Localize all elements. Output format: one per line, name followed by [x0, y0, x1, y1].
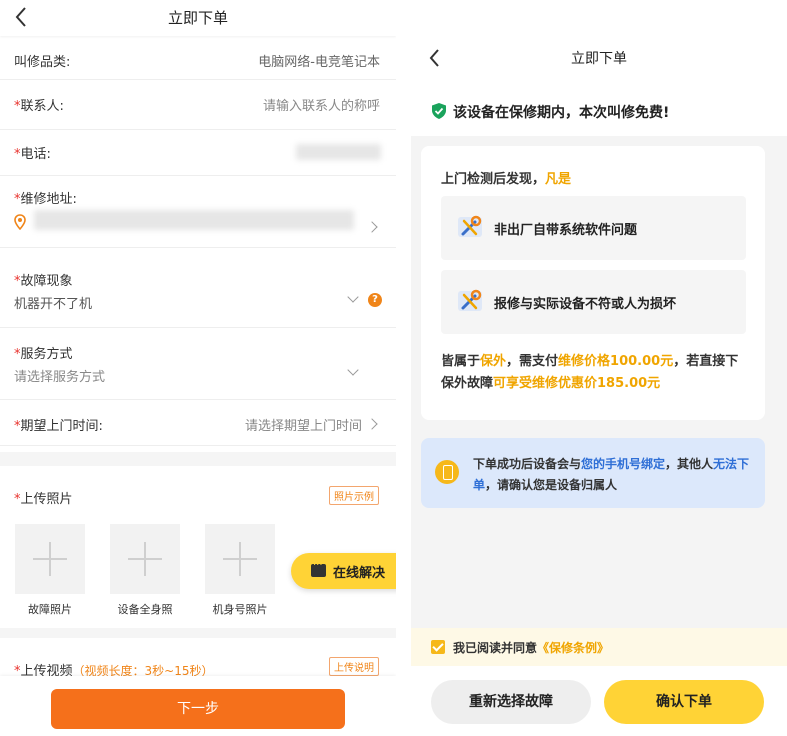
time-row[interactable]: *期望上门时间: 请选择期望上门时间 — [0, 400, 396, 446]
phone-icon — [435, 460, 459, 484]
confirm-order-button[interactable]: 确认下单 — [604, 680, 764, 724]
service-select[interactable]: 请选择服务方式 — [14, 366, 105, 385]
warranty-banner: 该设备在保修期内，本次叫修免费! — [411, 80, 787, 136]
category-row: 叫修品类: 电脑网络-电竞笔记本 — [0, 40, 396, 80]
page-title: 立即下单 — [167, 9, 228, 27]
address-label: 维修地址: — [20, 192, 77, 207]
case-text: 报修与实际设备不符或人为损坏 — [494, 297, 677, 312]
binding-text: 下单成功后设备会与您的手机号绑定，其他人无法下单，请确认您是设备归属人 — [473, 457, 750, 492]
case-item: 报修与实际设备不符或人为损坏 — [441, 270, 746, 334]
fault-label: 故障现象 — [20, 274, 73, 289]
fault-row[interactable]: *故障现象 机器开不了机 ? — [0, 256, 396, 328]
tools-icon — [458, 215, 482, 237]
photos-title: *上传照片 — [14, 492, 73, 507]
phone-label: 电话: — [20, 147, 51, 162]
help-icon[interactable]: ? — [368, 293, 382, 307]
upload-caption: 机身号照片 — [212, 603, 268, 616]
phone-binding-notice: 下单成功后设备会与您的手机号绑定，其他人无法下单，请确认您是设备归属人 — [421, 438, 765, 508]
warranty-free-text: 该设备在保修期内，本次叫修免费! — [453, 105, 670, 121]
contact-input[interactable]: 请输入联系人的称呼 — [263, 95, 380, 114]
chevron-down-icon[interactable] — [347, 291, 359, 303]
upload-caption: 故障照片 — [28, 603, 72, 616]
time-select[interactable]: 请选择期望上门时间 — [245, 415, 362, 434]
tools-icon — [458, 289, 482, 311]
out-of-warranty-note: 皆属于保外，需支付维修价格100.00元，若直接下保外故障可享受维修优惠价185… — [441, 354, 739, 391]
order-form-screen: 立即下单 叫修品类: 电脑网络-电竞笔记本 *联系人: 请输入联系人的称呼 *电… — [0, 0, 396, 736]
confirm-order-screen: 立即下单 该设备在保修期内，本次叫修免费! 上门检测后发现，凡是 非出厂自带系统… — [411, 36, 787, 736]
reselect-fault-button[interactable]: 重新选择故障 — [431, 680, 591, 724]
upload-serial-photo-button[interactable] — [205, 524, 275, 594]
online-solve-button[interactable]: 在线解决 — [291, 553, 396, 589]
location-pin-icon — [14, 214, 26, 230]
address-value-redacted[interactable] — [34, 210, 354, 230]
header: 立即下单 — [0, 0, 396, 36]
agreement-checkbox[interactable] — [431, 640, 445, 654]
upload-fault-photo-button[interactable] — [15, 524, 85, 594]
service-label: 服务方式 — [20, 347, 73, 362]
upload-device-photo-button[interactable] — [110, 524, 180, 594]
contact-row[interactable]: *联系人: 请输入联系人的称呼 — [0, 80, 396, 130]
video-instructions-tag[interactable]: 上传说明 — [329, 657, 379, 676]
address-row[interactable]: *维修地址: — [0, 176, 396, 248]
case-item: 非出厂自带系统软件问题 — [441, 196, 746, 260]
service-row[interactable]: *服务方式 请选择服务方式 — [0, 328, 396, 400]
shield-icon — [432, 103, 446, 119]
chevron-down-icon[interactable] — [347, 364, 359, 376]
agreement-bar: 我已阅读并同意《保修条例》 — [411, 628, 787, 666]
fault-value: 机器开不了机 — [14, 297, 93, 312]
chat-icon — [311, 560, 326, 577]
category-value: 电脑网络-电竞笔记本 — [258, 55, 380, 70]
time-label: 期望上门时间: — [20, 419, 103, 434]
case-text: 非出厂自带系统软件问题 — [494, 223, 638, 238]
category-label: 叫修品类: — [14, 55, 71, 70]
chevron-right-icon — [366, 221, 378, 233]
phone-row[interactable]: *电话: — [0, 130, 396, 176]
footer: 重新选择故障 确认下单 — [411, 666, 787, 736]
inspection-notice-card: 上门检测后发现，凡是 非出厂自带系统软件问题 报修与实际设备不符或人为损坏 皆属… — [421, 146, 765, 420]
photo-example-tag[interactable]: 照片示例 — [329, 486, 379, 505]
agreement-text: 我已阅读并同意 — [453, 641, 538, 655]
card-title: 上门检测后发现，凡是 — [441, 172, 572, 187]
next-step-button[interactable]: 下一步 — [51, 689, 345, 729]
header: 立即下单 — [411, 36, 787, 80]
contact-label: 联系人: — [20, 99, 64, 114]
section-divider — [0, 452, 396, 466]
chevron-right-icon — [366, 418, 378, 430]
warranty-terms-link[interactable]: 《保修条例》 — [537, 641, 609, 655]
section-divider — [0, 628, 396, 638]
phone-value-redacted[interactable] — [296, 144, 381, 160]
upload-caption: 设备全身照 — [117, 603, 173, 616]
page-title: 立即下单 — [571, 51, 627, 67]
footer: 下一步 — [0, 676, 396, 736]
